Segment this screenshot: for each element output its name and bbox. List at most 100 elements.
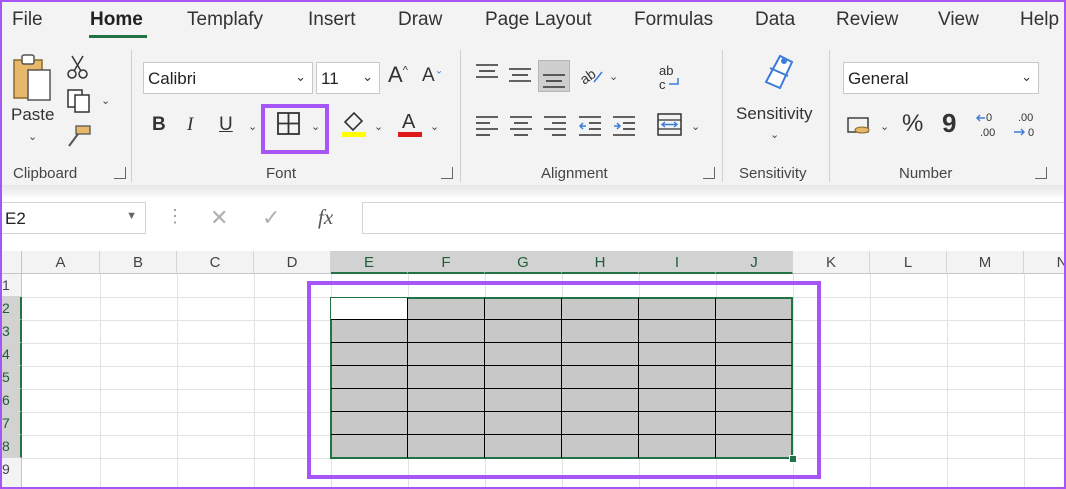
fill-color-icon[interactable] (340, 108, 368, 138)
column-header-i[interactable]: I (639, 251, 716, 274)
column-header-j[interactable]: J (716, 251, 793, 274)
column-header-m[interactable]: M (947, 251, 1024, 274)
name-box[interactable]: E2 ▼ (0, 202, 146, 234)
underline-dropdown-icon[interactable]: ⌄ (248, 120, 257, 133)
gridline-vertical (100, 274, 101, 489)
font-size-select[interactable]: 11 ⌄ (316, 62, 380, 94)
row-header-8[interactable]: 8 (0, 435, 22, 458)
tab-insert[interactable]: Insert (308, 9, 356, 31)
tab-help[interactable]: Help (1020, 9, 1059, 31)
enter-formula-icon[interactable]: ✓ (262, 205, 280, 231)
increase-font-size-button[interactable]: A^ (388, 64, 408, 86)
tab-review[interactable]: Review (836, 9, 898, 31)
accounting-format-icon[interactable] (846, 114, 874, 138)
row-header-1[interactable]: 1 (0, 274, 22, 297)
group-separator (722, 50, 723, 182)
paste-label: Paste (11, 105, 55, 124)
font-color-icon[interactable]: A (396, 108, 424, 138)
tab-view[interactable]: View (938, 9, 979, 31)
row-header-4[interactable]: 4 (0, 343, 22, 366)
column-header-e[interactable]: E (331, 251, 408, 274)
name-box-value: E2 (5, 209, 26, 228)
column-header-d[interactable]: D (254, 251, 331, 274)
column-header-f[interactable]: F (408, 251, 485, 274)
format-painter-icon[interactable] (66, 124, 94, 148)
borders-highlight (261, 104, 329, 154)
svg-text:A: A (402, 111, 416, 133)
decrease-indent-icon[interactable] (577, 114, 603, 136)
number-format-select[interactable]: General ⌄ (843, 62, 1039, 94)
decrease-font-size-button[interactable]: A⌄ (422, 66, 443, 85)
cut-icon[interactable] (66, 54, 90, 80)
tab-home[interactable]: Home (90, 9, 143, 31)
copy-dropdown-icon[interactable]: ⌄ (101, 94, 110, 107)
formula-bar-splitter[interactable]: ⋮ (166, 206, 184, 227)
column-header-k[interactable]: K (793, 251, 870, 274)
column-header-g[interactable]: G (485, 251, 562, 274)
row-header-6[interactable]: 6 (0, 389, 22, 412)
alignment-launcher-icon[interactable] (703, 167, 715, 179)
increase-indent-icon[interactable] (611, 114, 637, 136)
formula-input[interactable] (362, 202, 1066, 234)
gridline-vertical (254, 274, 255, 489)
merge-center-icon[interactable] (656, 112, 684, 138)
row-header-9[interactable]: 9 (0, 458, 22, 489)
font-size-value: 11 (321, 69, 339, 88)
sensitivity-button[interactable]: Sensitivity ⌄ (732, 50, 820, 150)
font-name-select[interactable]: Calibri ⌄ (143, 62, 313, 94)
number-launcher-icon[interactable] (1035, 167, 1047, 179)
fill-color-dropdown-icon[interactable]: ⌄ (374, 120, 383, 133)
orientation-dropdown-icon[interactable]: ⌄ (609, 70, 618, 83)
align-middle-icon[interactable] (507, 64, 533, 86)
column-header-l[interactable]: L (870, 251, 947, 274)
font-color-dropdown-icon[interactable]: ⌄ (430, 120, 439, 133)
row-header-7[interactable]: 7 (0, 412, 22, 435)
paste-dropdown-icon[interactable]: ⌄ (28, 130, 37, 143)
orientation-icon[interactable]: ab (578, 62, 606, 88)
decrease-decimal-icon[interactable]: .00 0 (1012, 110, 1042, 140)
gridline-vertical (1024, 274, 1025, 489)
select-all-button[interactable] (0, 251, 22, 274)
underline-button[interactable]: U (219, 115, 233, 134)
font-launcher-icon[interactable] (441, 167, 453, 179)
tab-data[interactable]: Data (755, 9, 795, 31)
tab-page-layout[interactable]: Page Layout (485, 9, 592, 31)
column-header-a[interactable]: A (22, 251, 100, 274)
paste-button[interactable]: Paste ⌄ (8, 50, 58, 150)
bold-button[interactable]: B (152, 115, 166, 134)
comma-style-button[interactable]: 9 (942, 110, 956, 136)
row-header-2[interactable]: 2 (0, 297, 22, 320)
tab-draw[interactable]: Draw (398, 9, 442, 31)
increase-decimal-icon[interactable]: 0 .00 (976, 110, 1006, 140)
copy-icon[interactable] (66, 88, 94, 114)
column-header-h[interactable]: H (562, 251, 639, 274)
wrap-text-icon[interactable]: ab c (656, 62, 684, 92)
align-bottom-button[interactable] (538, 60, 570, 92)
sensitivity-dropdown-icon: ⌄ (770, 129, 780, 141)
tab-formulas[interactable]: Formulas (634, 9, 713, 31)
sensitivity-group-label: Sensitivity (739, 165, 807, 182)
paste-icon (13, 54, 51, 101)
active-tab-indicator (89, 35, 147, 38)
italic-button[interactable]: I (187, 115, 193, 134)
row-header-5[interactable]: 5 (0, 366, 22, 389)
column-header-n[interactable]: N (1024, 251, 1066, 274)
number-group-label: Number (899, 165, 953, 182)
align-top-icon[interactable] (474, 62, 500, 84)
percent-style-button[interactable]: % (902, 112, 923, 136)
merge-dropdown-icon[interactable]: ⌄ (691, 120, 700, 133)
tab-templafy[interactable]: Templafy (187, 9, 263, 31)
group-separator (131, 50, 132, 182)
cancel-formula-icon[interactable]: ✕ (210, 205, 228, 231)
align-center-icon[interactable] (508, 114, 534, 136)
column-header-c[interactable]: C (177, 251, 254, 274)
column-header-b[interactable]: B (100, 251, 177, 274)
clipboard-launcher-icon[interactable] (114, 167, 126, 179)
accounting-dropdown-icon[interactable]: ⌄ (880, 120, 889, 133)
row-header-3[interactable]: 3 (0, 320, 22, 343)
insert-function-button[interactable]: fx (318, 205, 333, 230)
tab-file[interactable]: File (12, 9, 43, 31)
align-left-icon[interactable] (474, 114, 500, 136)
svg-text:.00: .00 (980, 127, 995, 139)
align-right-icon[interactable] (542, 114, 568, 136)
